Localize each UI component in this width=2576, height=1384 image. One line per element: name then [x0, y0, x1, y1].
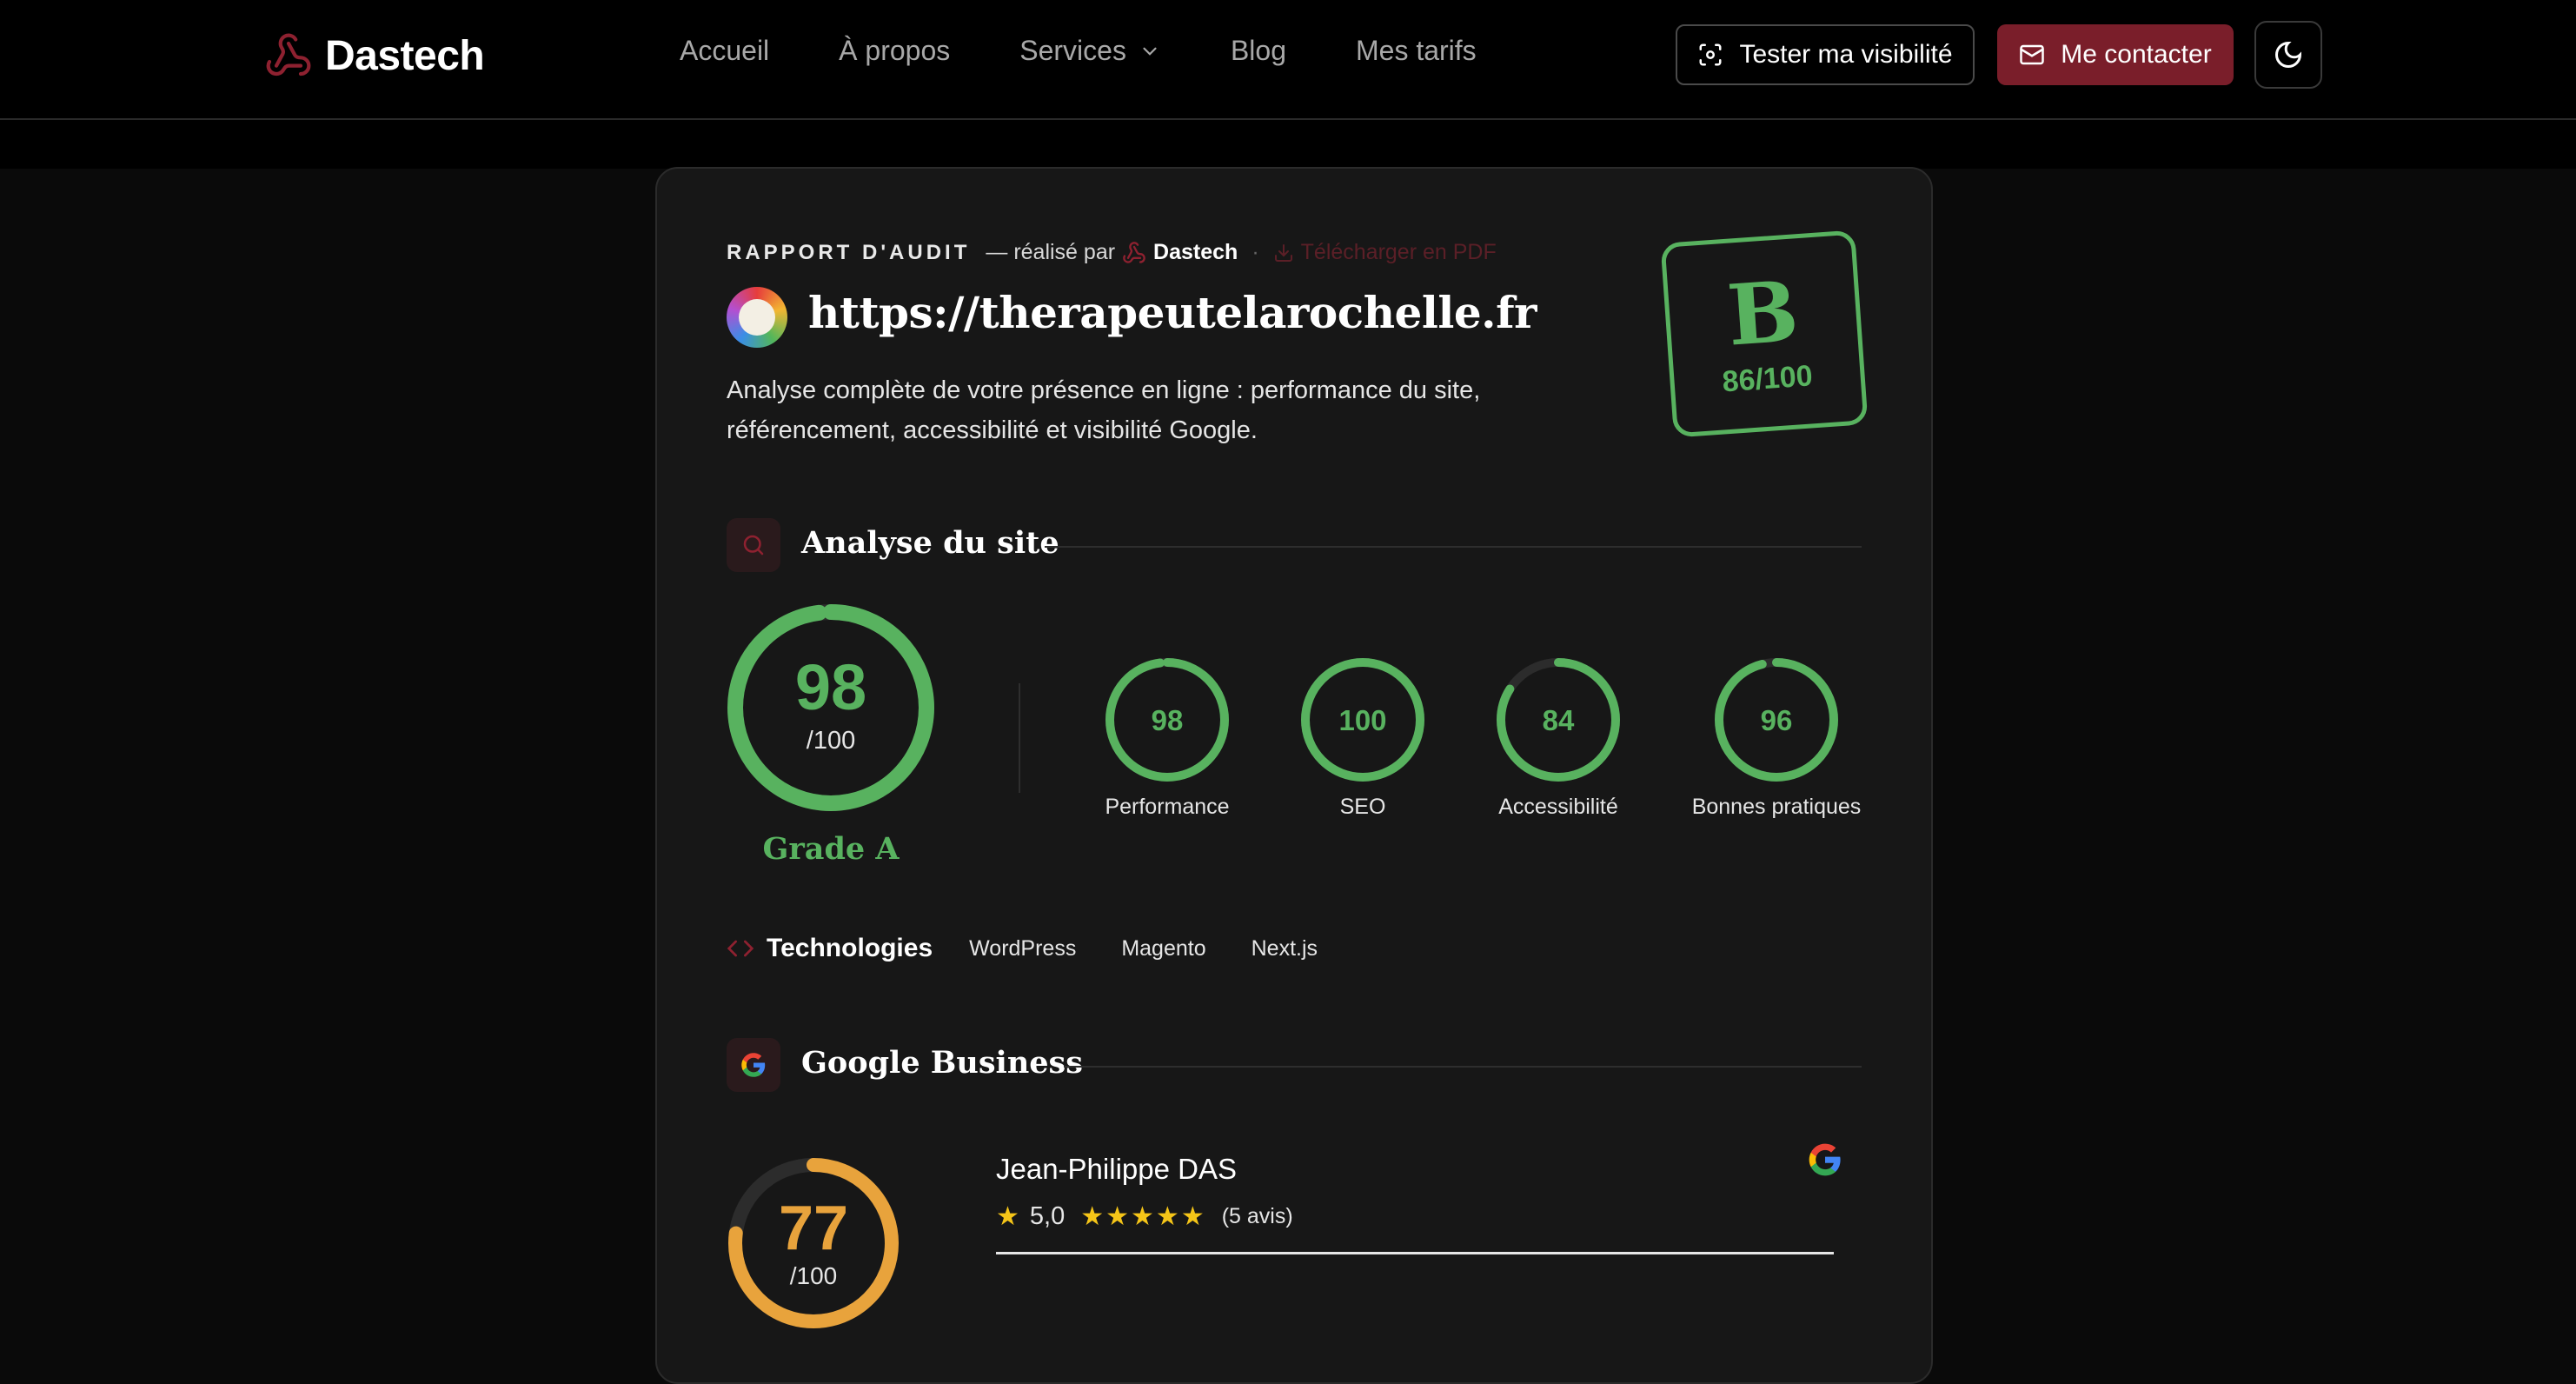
metric-value-performance: 98 — [1151, 704, 1184, 736]
report-meta: RAPPORT D'AUDIT — réalisé par Dastech · … — [727, 240, 1497, 265]
google-business-title: Google Business — [801, 1045, 1083, 1081]
separator-dot: · — [1251, 240, 1259, 264]
nav-item-accueil[interactable]: Accueil — [680, 35, 769, 67]
logo[interactable]: Dastech — [264, 31, 485, 80]
business-divider — [996, 1252, 1834, 1254]
nav-item-blog[interactable]: Blog — [1231, 35, 1286, 67]
metric-label-best-practices: Bonnes pratiques — [1691, 795, 1862, 819]
google-business-score-value: 77 — [778, 1194, 849, 1263]
rating-value: 5,0 — [1029, 1202, 1066, 1230]
report-brand: Dastech — [1153, 240, 1238, 264]
google-business-icon-box — [727, 1038, 780, 1092]
report-label: RAPPORT D'AUDIT — [727, 240, 971, 264]
report-by: — réalisé par — [986, 240, 1116, 264]
report-description: Analyse complète de votre présence en li… — [727, 376, 1481, 444]
overall-score-sub: /100 — [806, 727, 856, 755]
metric-value-seo: 100 — [1338, 704, 1387, 736]
download-icon — [1274, 243, 1292, 262]
contact-button[interactable]: Me contacter — [1997, 24, 2234, 85]
technologies-title: Technologies — [767, 934, 933, 962]
site-url: https://therapeutelarochelle.fr — [808, 287, 1537, 338]
overall-score-grade: Grade A — [762, 831, 900, 867]
tech-chip: WordPress — [969, 935, 1077, 961]
contact-label: Me contacter — [2061, 40, 2212, 69]
download-pdf-link[interactable]: Télécharger en PDF — [1273, 240, 1497, 265]
business-rating: ★ 5,0 ★★★★★ (5 avis) — [996, 1201, 1293, 1232]
overall-grade-score: 86/100 — [1721, 358, 1814, 398]
metric-label-performance: Performance — [1105, 795, 1230, 819]
overall-grade-badge: B 86/100 — [1660, 230, 1869, 438]
site-analysis-title: Analyse du site — [801, 525, 1059, 561]
code-icon — [727, 940, 754, 957]
header-band — [0, 120, 2576, 169]
nav-item-tarifs[interactable]: Mes tarifs — [1356, 35, 1477, 67]
star-icon: ★ — [996, 1202, 1019, 1231]
test-visibility-button[interactable]: Tester ma visibilité — [1676, 24, 1975, 85]
nav-item-services[interactable]: Services — [1019, 35, 1161, 67]
google-logo-icon — [1809, 1143, 1841, 1176]
scan-face-icon — [1699, 43, 1722, 66]
mail-icon — [2020, 44, 2045, 65]
technologies-row: Technologies WordPress Magento Next.js — [727, 934, 1363, 963]
overall-score-value: 98 — [794, 651, 867, 723]
metric-value-best-practices: 96 — [1760, 704, 1793, 736]
dastech-logo-icon — [266, 33, 311, 77]
review-count: (5 avis) — [1221, 1204, 1293, 1228]
tech-chip: Magento — [1121, 935, 1206, 961]
dastech-logo-icon — [1123, 241, 1145, 263]
moon-icon — [2275, 41, 2302, 68]
metric-value-accessibility: 84 — [1542, 704, 1575, 736]
overall-grade-letter: B — [1723, 261, 1802, 365]
google-icon — [741, 1053, 766, 1077]
score-divider — [1019, 683, 1020, 793]
section-divider — [1045, 546, 1862, 548]
site-favicon — [727, 287, 787, 348]
tech-chip: Next.js — [1251, 935, 1318, 961]
section-divider — [1064, 1066, 1862, 1068]
logo-text: Dastech — [325, 32, 485, 79]
test-visibility-label: Tester ma visibilité — [1739, 40, 1953, 69]
business-name: Jean-Philippe DAS — [996, 1153, 1237, 1185]
metric-label-accessibility: Accessibilité — [1498, 795, 1618, 819]
metric-label-seo: SEO — [1339, 795, 1386, 819]
site-header: Dastech Accueil À propos Services Blog M… — [0, 0, 2576, 120]
nav-item-services-label: Services — [1019, 35, 1126, 66]
search-icon — [743, 535, 764, 556]
chevron-down-icon — [1143, 47, 1157, 56]
rating-stars: ★★★★★ — [1080, 1202, 1206, 1231]
google-business-score-sub: /100 — [789, 1262, 838, 1289]
nav-item-a-propos[interactable]: À propos — [839, 35, 950, 67]
site-analysis-icon-box — [727, 518, 780, 572]
main-nav: Accueil À propos Services Blog Mes tarif… — [680, 35, 1546, 67]
theme-toggle-button[interactable] — [2254, 21, 2322, 89]
download-pdf-label: Télécharger en PDF — [1300, 240, 1497, 264]
